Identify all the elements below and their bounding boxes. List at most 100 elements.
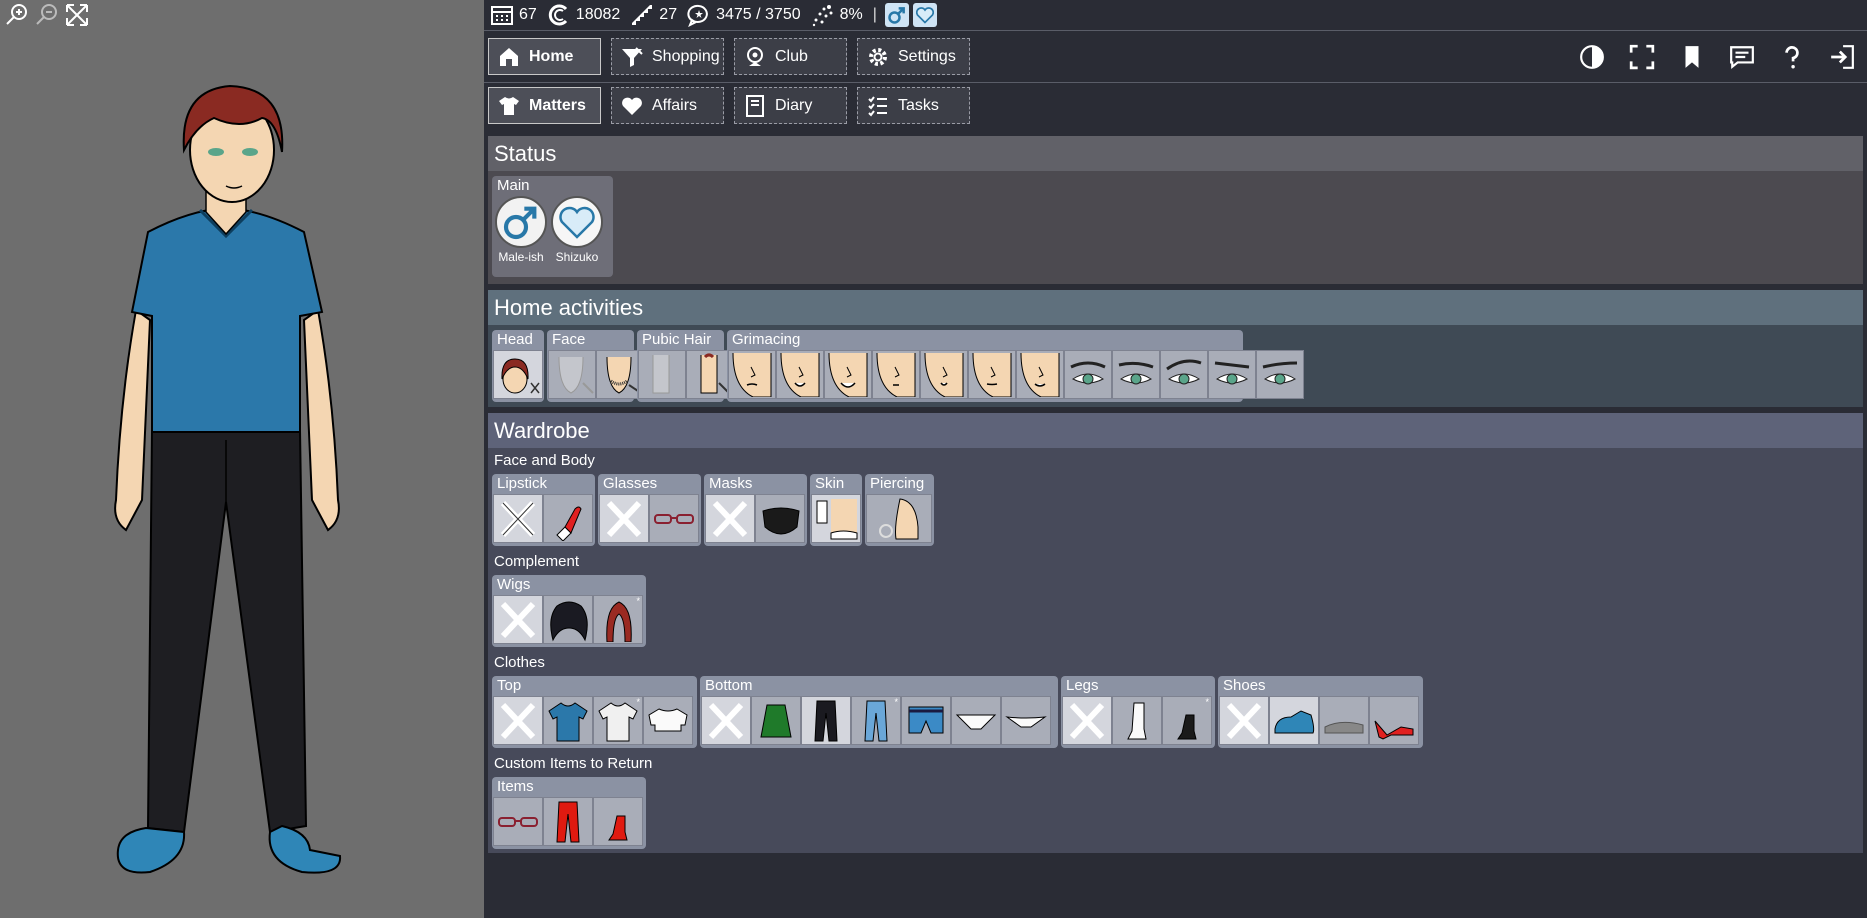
tile-top-crop[interactable]	[643, 696, 693, 745]
tile-face-shave-disabled[interactable]	[548, 350, 596, 399]
tile-grimace-eye[interactable]	[1208, 350, 1256, 399]
mouth-expression-icon	[780, 352, 820, 397]
tile-legs-none[interactable]	[1062, 696, 1112, 745]
separator: |	[872, 6, 877, 23]
sock-icon	[1127, 702, 1147, 739]
tile-skin[interactable]	[811, 494, 861, 543]
x-icon	[708, 702, 744, 739]
notebook-icon	[746, 94, 764, 117]
zoom-out-icon[interactable]	[34, 2, 60, 28]
tile-piercing[interactable]	[866, 494, 932, 543]
nav-diary[interactable]: Diary	[734, 87, 847, 124]
gender-badge[interactable]	[884, 3, 909, 27]
tile-item-red-pants[interactable]	[543, 797, 593, 846]
contrast-icon[interactable]	[1575, 40, 1609, 74]
tile-wig-red[interactable]: *	[593, 595, 643, 644]
tile-bottom-black-pants[interactable]	[801, 696, 851, 745]
tile-shoes-sneakers[interactable]	[1269, 696, 1319, 745]
main-nav: Home Shopping Club Settings	[488, 38, 970, 75]
status-bar: 67 18082 27 3475 / 3750 8% |	[484, 0, 1867, 30]
main-panel: 67 18082 27 3475 / 3750 8% | Home Shoppi…	[484, 0, 1867, 918]
tile-pubic-disabled[interactable]	[638, 350, 686, 399]
tile-grimace-eye[interactable]	[1112, 350, 1160, 399]
x-icon	[712, 500, 748, 537]
x-icon	[500, 601, 536, 638]
tile-wig-black[interactable]	[543, 595, 593, 644]
tile-grimace-mouth[interactable]	[872, 350, 920, 399]
tile-grimace-mouth[interactable]	[824, 350, 872, 399]
tile-glasses[interactable]	[649, 494, 699, 543]
tile-grimace-eye[interactable]	[1064, 350, 1112, 399]
character-viewer	[0, 0, 484, 918]
help-icon[interactable]	[1775, 40, 1809, 74]
tile-grimace-mouth[interactable]	[1016, 350, 1064, 399]
tile-bottom-boxers[interactable]	[901, 696, 951, 745]
character-figure	[114, 84, 342, 874]
x-icon	[500, 702, 536, 739]
tile-legs-white-sock[interactable]	[1112, 696, 1162, 745]
heart-outline-icon	[915, 7, 934, 24]
fullscreen-icon[interactable]	[1625, 40, 1659, 74]
mouth-expression-icon	[732, 352, 772, 397]
wig-curly-icon	[550, 601, 588, 641]
tile-grimace-mouth[interactable]	[728, 350, 776, 399]
tile-bottom-jeans[interactable]: *	[851, 696, 901, 745]
tile-lipstick-none[interactable]	[493, 494, 543, 543]
tile-bottom-skirt[interactable]	[751, 696, 801, 745]
sneaker-icon	[1274, 709, 1315, 733]
tile-shoes-none[interactable]	[1219, 696, 1269, 745]
nav-affairs[interactable]: Affairs	[611, 87, 724, 124]
exit-icon[interactable]	[1825, 40, 1859, 74]
gender-item[interactable]: Male-ish	[494, 196, 548, 264]
tile-top-tshirt[interactable]: *	[593, 696, 643, 745]
bookmark-icon[interactable]	[1675, 40, 1709, 74]
group-pubic-hair: Pubic Hair	[637, 330, 734, 402]
sub-face-body: Face and Body	[494, 452, 595, 469]
tile-grimace-eye[interactable]	[1160, 350, 1208, 399]
tshirt-icon	[499, 96, 519, 115]
group-masks: Masks	[704, 474, 807, 546]
fit-icon[interactable]	[64, 2, 90, 28]
home-section: Home activities Head Face Pubic Hair Gri…	[488, 290, 1863, 407]
mouth-expression-icon	[876, 352, 916, 397]
nav-tasks[interactable]: Tasks	[857, 87, 970, 124]
tile-grimace-mouth[interactable]	[776, 350, 824, 399]
nav-settings[interactable]: Settings	[857, 38, 970, 75]
tile-legs-black-sock[interactable]: *	[1162, 696, 1212, 745]
tile-grimace-mouth[interactable]	[920, 350, 968, 399]
tile-lipstick[interactable]	[543, 494, 593, 543]
tile-top-polo[interactable]	[543, 696, 593, 745]
tile-grimace-eye[interactable]	[1256, 350, 1304, 399]
tile-shoes-heels[interactable]	[1369, 696, 1419, 745]
group-glasses: Glasses	[598, 474, 701, 546]
chat-icon[interactable]	[1725, 40, 1759, 74]
partner-badge[interactable]	[912, 3, 937, 27]
tile-glasses-none[interactable]	[599, 494, 649, 543]
eye-expression-icon	[1166, 359, 1202, 384]
tile-bottom-thong[interactable]	[1001, 696, 1051, 745]
tile-top-none[interactable]	[493, 696, 543, 745]
nav-club[interactable]: Club	[734, 38, 847, 75]
tile-wig-none[interactable]	[493, 595, 543, 644]
tile-mask[interactable]	[755, 494, 805, 543]
tile-item-red-sock[interactable]	[593, 797, 643, 846]
tile-shoes-slippers[interactable]	[1319, 696, 1369, 745]
tile-head-haircut[interactable]	[493, 350, 543, 399]
tile-mask-none[interactable]	[705, 494, 755, 543]
tile-bottom-none[interactable]	[701, 696, 751, 745]
group-top: Top *	[492, 676, 697, 748]
skin-cream-icon	[816, 498, 858, 539]
tile-item-glasses[interactable]	[493, 797, 543, 846]
body-razor-icon	[652, 354, 670, 393]
eye-expression-icon	[1262, 361, 1298, 384]
tile-bottom-briefs[interactable]	[951, 696, 1001, 745]
nav-shopping[interactable]: Shopping	[611, 38, 724, 75]
pants-icon	[556, 801, 580, 842]
zoom-in-icon[interactable]	[4, 2, 30, 28]
high-heel-icon	[1374, 720, 1414, 740]
partner-item[interactable]: Shizuko	[550, 196, 604, 264]
calendar-icon	[491, 6, 513, 25]
nav-home[interactable]: Home	[488, 38, 601, 75]
nav-matters[interactable]: Matters	[488, 87, 601, 124]
tile-grimace-mouth[interactable]	[968, 350, 1016, 399]
